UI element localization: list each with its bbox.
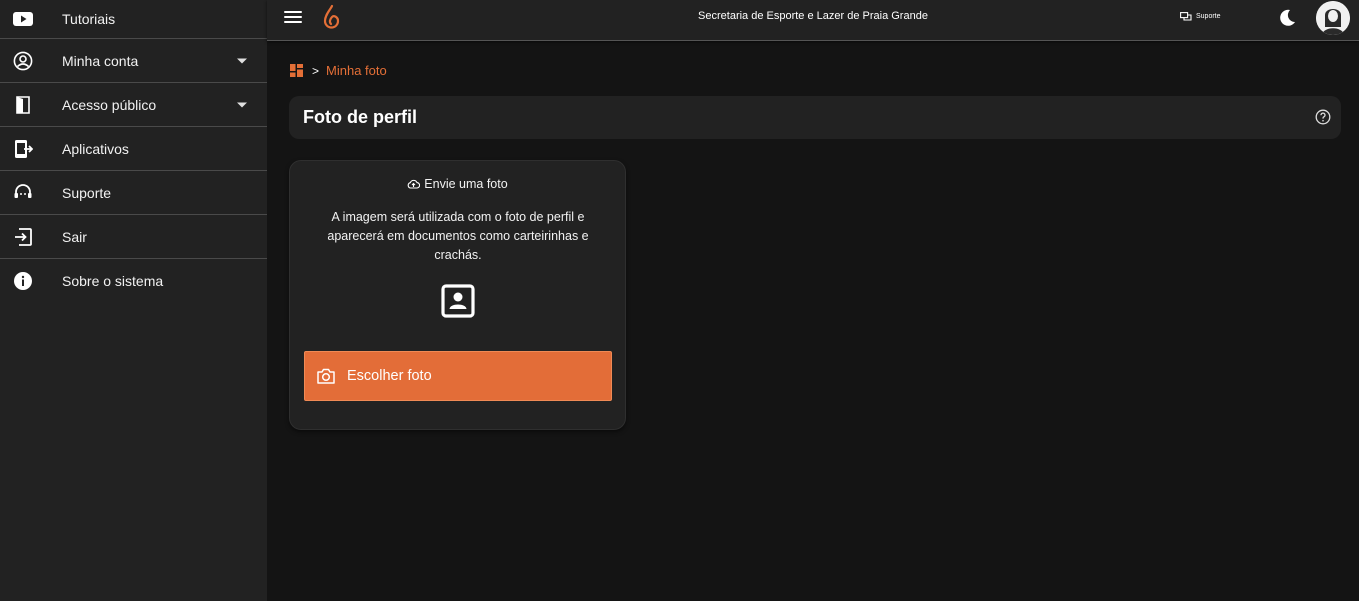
upload-photo-card: Envie uma foto A imagem será utilizada c… xyxy=(289,160,626,430)
dashboard-icon[interactable] xyxy=(290,64,303,77)
info-icon xyxy=(12,270,34,292)
top-bar: Secretaria de Esporte e Lazer de Praia G… xyxy=(267,0,1359,41)
card-description: A imagem será utilizada com o foto de pe… xyxy=(327,210,589,262)
chevron-down-icon[interactable] xyxy=(237,58,247,63)
sidebar-item-tutoriais[interactable]: Tutoriais xyxy=(0,0,267,39)
moon-icon xyxy=(1280,9,1295,26)
sidebar-item-label: Minha conta xyxy=(62,52,139,69)
door-icon xyxy=(12,94,34,116)
help-icon[interactable] xyxy=(1315,109,1331,125)
breadcrumb-current[interactable]: Minha foto xyxy=(326,63,387,78)
apps-exit-icon xyxy=(12,138,34,160)
youtube-icon xyxy=(12,8,34,30)
sidebar-item-label: Sair xyxy=(62,228,87,245)
sidebar-item-label: Aplicativos xyxy=(62,140,129,157)
sidebar-item-sobre[interactable]: Sobre o sistema xyxy=(0,259,267,303)
breadcrumb-separator: > xyxy=(312,63,320,78)
chat-icon xyxy=(1180,12,1192,21)
logout-icon xyxy=(12,226,34,248)
page-title: Foto de perfil xyxy=(303,107,417,127)
sidebar-item-sair[interactable]: Sair xyxy=(0,215,267,259)
sidebar-item-aplicativos[interactable]: Aplicativos xyxy=(0,127,267,171)
page-title-bar: Foto de perfil xyxy=(289,96,1341,139)
sidebar-item-label: Acesso público xyxy=(62,96,157,113)
portrait-icon xyxy=(441,284,475,318)
card-heading-text: Envie uma foto xyxy=(424,177,508,191)
avatar[interactable] xyxy=(1316,1,1350,35)
account-circle-icon xyxy=(12,50,34,72)
card-heading: Envie uma foto xyxy=(290,177,625,191)
support-agent-icon xyxy=(12,182,34,204)
breadcrumb: > Minha foto xyxy=(290,63,387,78)
cloud-upload-icon xyxy=(407,179,421,189)
chevron-down-icon[interactable] xyxy=(237,102,247,107)
choose-photo-button[interactable]: Escolher foto xyxy=(304,351,612,401)
choose-photo-label: Escolher foto xyxy=(347,368,432,384)
sidebar-item-label: Tutoriais xyxy=(62,11,116,27)
sidebar-item-minha-conta[interactable]: Minha conta xyxy=(0,39,267,83)
sidebar: Tutoriais Minha conta Acesso público Apl… xyxy=(0,0,267,601)
sidebar-item-label: Sobre o sistema xyxy=(62,273,164,289)
dark-mode-toggle[interactable] xyxy=(1277,8,1297,28)
sidebar-item-suporte[interactable]: Suporte xyxy=(0,171,267,215)
support-link-label: Suporte xyxy=(1196,13,1221,20)
user-avatar-icon xyxy=(1316,1,1350,35)
sidebar-item-label: Suporte xyxy=(62,184,112,201)
sidebar-item-acesso-publico[interactable]: Acesso público xyxy=(0,83,267,127)
support-link[interactable]: Suporte xyxy=(1180,12,1221,21)
camera-icon xyxy=(317,368,335,384)
